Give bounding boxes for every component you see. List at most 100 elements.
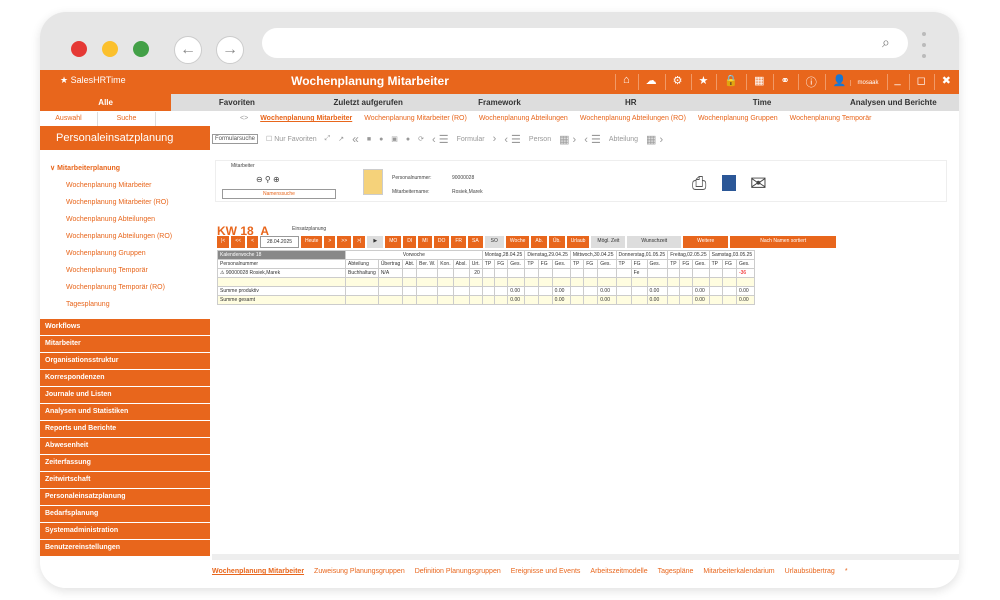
next-dept-icon[interactable]: ▦ › xyxy=(646,133,663,146)
sidebar-category[interactable]: Zeitwirtschaft xyxy=(40,472,210,488)
nav-zuletzt[interactable]: Zuletzt aufgerufen xyxy=(303,94,434,111)
bottom-tab[interactable]: Wochenplanung Mitarbeiter xyxy=(212,568,304,575)
possible-time-button[interactable]: Mögl. Zeit xyxy=(591,236,626,248)
content-tab[interactable]: Wochenplanung Temporär xyxy=(790,112,872,126)
sidebar-item[interactable]: Wochenplanung Abteilungen (RO) xyxy=(40,228,210,245)
today-button[interactable]: Heute xyxy=(301,236,323,248)
search-icon[interactable]: ⌕ xyxy=(882,34,898,50)
bottom-tab[interactable]: Arbeitszeitmodelle xyxy=(590,568,647,575)
day-sa-button[interactable]: SA xyxy=(468,236,483,248)
prev-person-icon[interactable]: ‹ ☰ xyxy=(504,133,521,146)
sidebar-category[interactable]: Systemadministration xyxy=(40,523,210,539)
sidebar-item[interactable]: Tagesplanung xyxy=(40,296,210,313)
table-row[interactable]: ⚠ 90000028 Rosiek,Marek Buchhaltung N/A … xyxy=(217,268,756,278)
content-tab[interactable]: Wochenplanung Abteilungen (RO) xyxy=(580,112,686,126)
sidebar-category[interactable]: Zeiterfassung xyxy=(40,455,210,471)
form-search-input[interactable]: Formularsuche xyxy=(212,134,259,144)
sidebar-category[interactable]: Journale und Listen xyxy=(40,387,210,403)
more-button[interactable]: Weitere xyxy=(683,236,729,248)
day-mi-button[interactable]: MI xyxy=(418,236,432,248)
bottom-tab[interactable]: Mitarbeiterkalendarium xyxy=(703,568,774,575)
forward-button[interactable]: → xyxy=(216,36,244,64)
prev-dept-icon[interactable]: ‹ ☰ xyxy=(584,133,601,146)
content-tab[interactable]: Wochenplanung Abteilungen xyxy=(479,112,568,126)
nav-favoriten[interactable]: Favoriten xyxy=(171,94,302,111)
next-person-icon[interactable]: ▦ › xyxy=(559,133,576,146)
bottom-tab[interactable]: Urlaubsübertrag xyxy=(785,568,835,575)
urlaub-button[interactable]: Urlaub xyxy=(566,236,590,248)
next-form-icon[interactable]: › xyxy=(493,133,497,145)
sidebar-item[interactable]: Wochenplanung Gruppen xyxy=(40,245,210,262)
employee-cell[interactable]: ⚠ 90000028 Rosiek,Marek xyxy=(217,268,346,278)
ub-button[interactable]: Üb. xyxy=(548,236,565,248)
sidebar-item[interactable]: Wochenplanung Temporär (RO) xyxy=(40,279,210,296)
sidebar-category[interactable]: Analysen und Statistiken xyxy=(40,404,210,420)
nav-framework[interactable]: Framework xyxy=(434,94,565,111)
content-tab[interactable]: Wochenplanung Gruppen xyxy=(698,112,778,126)
expand-icon[interactable]: ⤢ xyxy=(325,135,331,143)
address-bar[interactable]: ⌕ xyxy=(262,28,908,58)
favorites-checkbox[interactable]: ☐ Nur Favoriten xyxy=(266,135,317,143)
sidebar-category[interactable]: Bedarfsplanung xyxy=(40,506,210,522)
calendar-icon[interactable]: ▦ xyxy=(746,74,765,90)
sidebar-item[interactable]: Wochenplanung Abteilungen xyxy=(40,211,210,228)
sidebar-category[interactable]: Organisationsstruktur xyxy=(40,353,210,369)
subnav-auswahl[interactable]: Auswahl xyxy=(40,112,98,126)
nav-time[interactable]: Time xyxy=(696,94,827,111)
prev-form-icon[interactable]: ‹ ☰ xyxy=(432,133,449,146)
day-di-button[interactable]: DI xyxy=(403,236,417,248)
wish-time-button[interactable]: Wunschzeit xyxy=(627,236,682,248)
content-tab[interactable]: Wochenplanung Mitarbeiter (RO) xyxy=(364,112,467,126)
bottom-tab[interactable]: Zuweisung Planungsgruppen xyxy=(314,568,405,575)
name-search-input[interactable]: Namenssuche xyxy=(222,189,336,199)
delete-icon[interactable]: ▣ xyxy=(391,135,398,143)
nav-hr[interactable]: HR xyxy=(565,94,696,111)
nav-alle[interactable]: Alle xyxy=(40,94,172,111)
sidebar-category[interactable]: Personaleinsatzplanung xyxy=(40,489,210,505)
horizontal-scrollbar[interactable] xyxy=(212,554,959,560)
week-button[interactable]: Woche xyxy=(505,236,530,248)
prev-week-button[interactable]: << xyxy=(231,236,246,248)
content-tab[interactable]: Wochenplanung Mitarbeiter xyxy=(260,112,352,126)
first-icon[interactable]: « xyxy=(352,132,359,146)
day-mo-button[interactable]: MO xyxy=(385,236,402,248)
subnav-suche[interactable]: Suche xyxy=(98,112,156,126)
sidebar-category[interactable]: Korrespondenzen xyxy=(40,370,210,386)
close-icon[interactable]: ✖ xyxy=(933,74,951,90)
minimize-icon[interactable]: _ xyxy=(886,74,901,90)
star-icon[interactable]: ★ xyxy=(690,74,708,90)
bottom-tab[interactable]: Definition Planungsgruppen xyxy=(415,568,501,575)
user-icon[interactable]: 👤 mosaak xyxy=(824,74,879,90)
tab-scroll-icon[interactable]: <> xyxy=(240,112,248,126)
day-so-button[interactable]: SO xyxy=(484,236,504,248)
info-icon[interactable]: ⓘ xyxy=(797,74,817,90)
save-icon[interactable]: ■ xyxy=(367,136,371,143)
restore-icon[interactable]: ◻ xyxy=(908,74,926,90)
link-icon[interactable]: ⚭ xyxy=(772,74,790,90)
sidebar-category[interactable]: Benutzereinstellungen xyxy=(40,540,210,556)
play-button[interactable]: ▶ xyxy=(367,236,384,248)
refresh-icon[interactable]: ⟳ xyxy=(418,135,424,143)
bottom-tab[interactable]: Tagespläne xyxy=(658,568,694,575)
ab-button[interactable]: Ab. xyxy=(531,236,547,248)
prev-day-button[interactable]: < xyxy=(247,236,258,248)
minus-icon[interactable]: ● xyxy=(379,136,383,143)
person-search-icon[interactable]: ⊖ ⚲ ⊕ xyxy=(256,175,280,184)
external-icon[interactable]: ↗ xyxy=(338,135,344,143)
gear-icon[interactable]: ⚙ xyxy=(664,74,683,90)
sidebar-category[interactable]: Abwesenheit xyxy=(40,438,210,454)
sidebar-category[interactable]: Mitarbeiter xyxy=(40,336,210,352)
minimize-window-dot[interactable] xyxy=(102,41,118,57)
maximize-window-dot[interactable] xyxy=(133,41,149,57)
day-fr-button[interactable]: FR xyxy=(451,236,466,248)
word-icon[interactable] xyxy=(722,175,736,191)
bottom-tab[interactable]: Ereignisse und Events xyxy=(511,568,581,575)
mail-icon[interactable]: ✉ xyxy=(750,171,767,196)
day-do-button[interactable]: DO xyxy=(433,236,450,248)
last-week-button[interactable]: >| xyxy=(353,236,366,248)
sidebar-item[interactable]: Wochenplanung Mitarbeiter (RO) xyxy=(40,194,210,211)
next-day-button[interactable]: > xyxy=(324,236,336,248)
sidebar-category[interactable]: Workflows xyxy=(40,319,210,335)
sort-by-name-button[interactable]: Nach Namen sortiert xyxy=(730,236,837,248)
close-window-dot[interactable] xyxy=(71,41,87,57)
